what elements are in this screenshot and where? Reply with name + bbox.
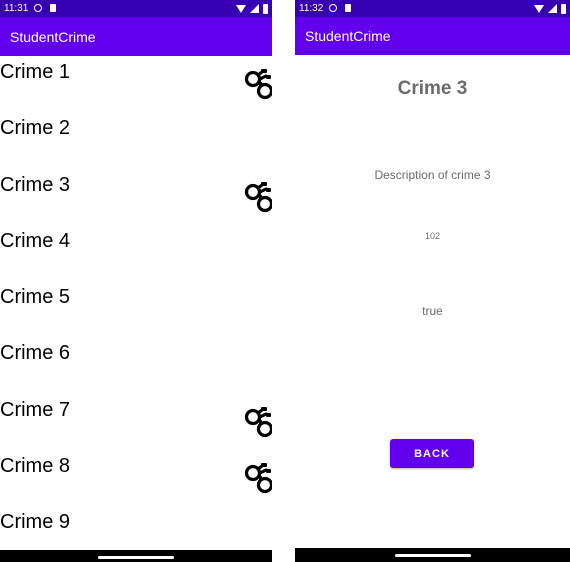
status-bar: 11:32 [295,0,570,17]
crime-list-item[interactable]: Crime 5 [0,281,272,337]
crime-list-item-title: Crime 6 [0,342,71,365]
signal-icon [250,4,259,13]
crime-description: Description of crime 3 [374,168,491,182]
status-time: 11:31 [4,3,29,14]
signal-icon [548,4,557,13]
crime-list-item[interactable]: Crime 8 [0,450,272,506]
navigation-bar [0,550,272,562]
app-bar: StudentCrime [0,17,272,56]
crime-list-item-title: Crime 2 [0,117,71,140]
handcuffs-icon [244,179,272,215]
status-time: 11:32 [299,3,324,14]
wifi-icon [534,4,544,13]
battery-icon [263,3,268,14]
navigation-bar [295,548,570,562]
crime-solved-status: true [422,304,443,318]
battery-icon [561,3,566,14]
crime-list-item-title: Crime 5 [0,286,71,309]
crime-detail-screen: 11:32 StudentCrime Crime 3 Description o… [295,0,570,562]
status-icons [534,3,566,14]
crime-list-item[interactable]: Crime 1 [0,56,272,112]
crime-list-item-title: Crime 9 [0,511,71,534]
crime-list-item[interactable]: Crime 2 [0,112,272,168]
crime-list-item[interactable]: Crime 6 [0,337,272,393]
wifi-icon [236,4,246,13]
crime-list[interactable]: Crime 1 Crime 2 Crime 3 Crime 4 Crime 5 Crime… [0,56,272,562]
crime-list-screen: 11:31 StudentCrime Crime 1 Crime 2 Crime 3… [0,0,272,562]
app-bar: StudentCrime [295,17,570,55]
status-icons [236,3,268,14]
crime-list-item[interactable]: Crime 4 [0,225,272,281]
handcuffs-icon [244,460,272,496]
crime-list-item[interactable]: Crime 7 [0,394,272,450]
notification-icon [34,4,42,12]
sd-card-icon [50,4,56,12]
status-bar: 11:31 [0,0,272,17]
crime-list-item-title: Crime 1 [0,61,71,83]
crime-list-item-title: Crime 8 [0,455,71,478]
home-handle[interactable] [98,556,174,559]
crime-number: 102 [424,231,441,241]
crime-list-item-title: Crime 3 [0,173,71,196]
crime-list-item[interactable]: Crime 3 [0,169,272,225]
sd-card-icon [345,4,351,12]
notification-icon [329,4,337,12]
back-button[interactable]: BACK [390,439,474,468]
handcuffs-icon [244,404,272,440]
crime-list-item-title: Crime 7 [0,398,71,421]
home-handle[interactable] [394,554,471,557]
crime-title: Crime 3 [397,78,468,99]
crime-list-item-title: Crime 4 [0,229,71,252]
handcuffs-icon [244,66,272,102]
